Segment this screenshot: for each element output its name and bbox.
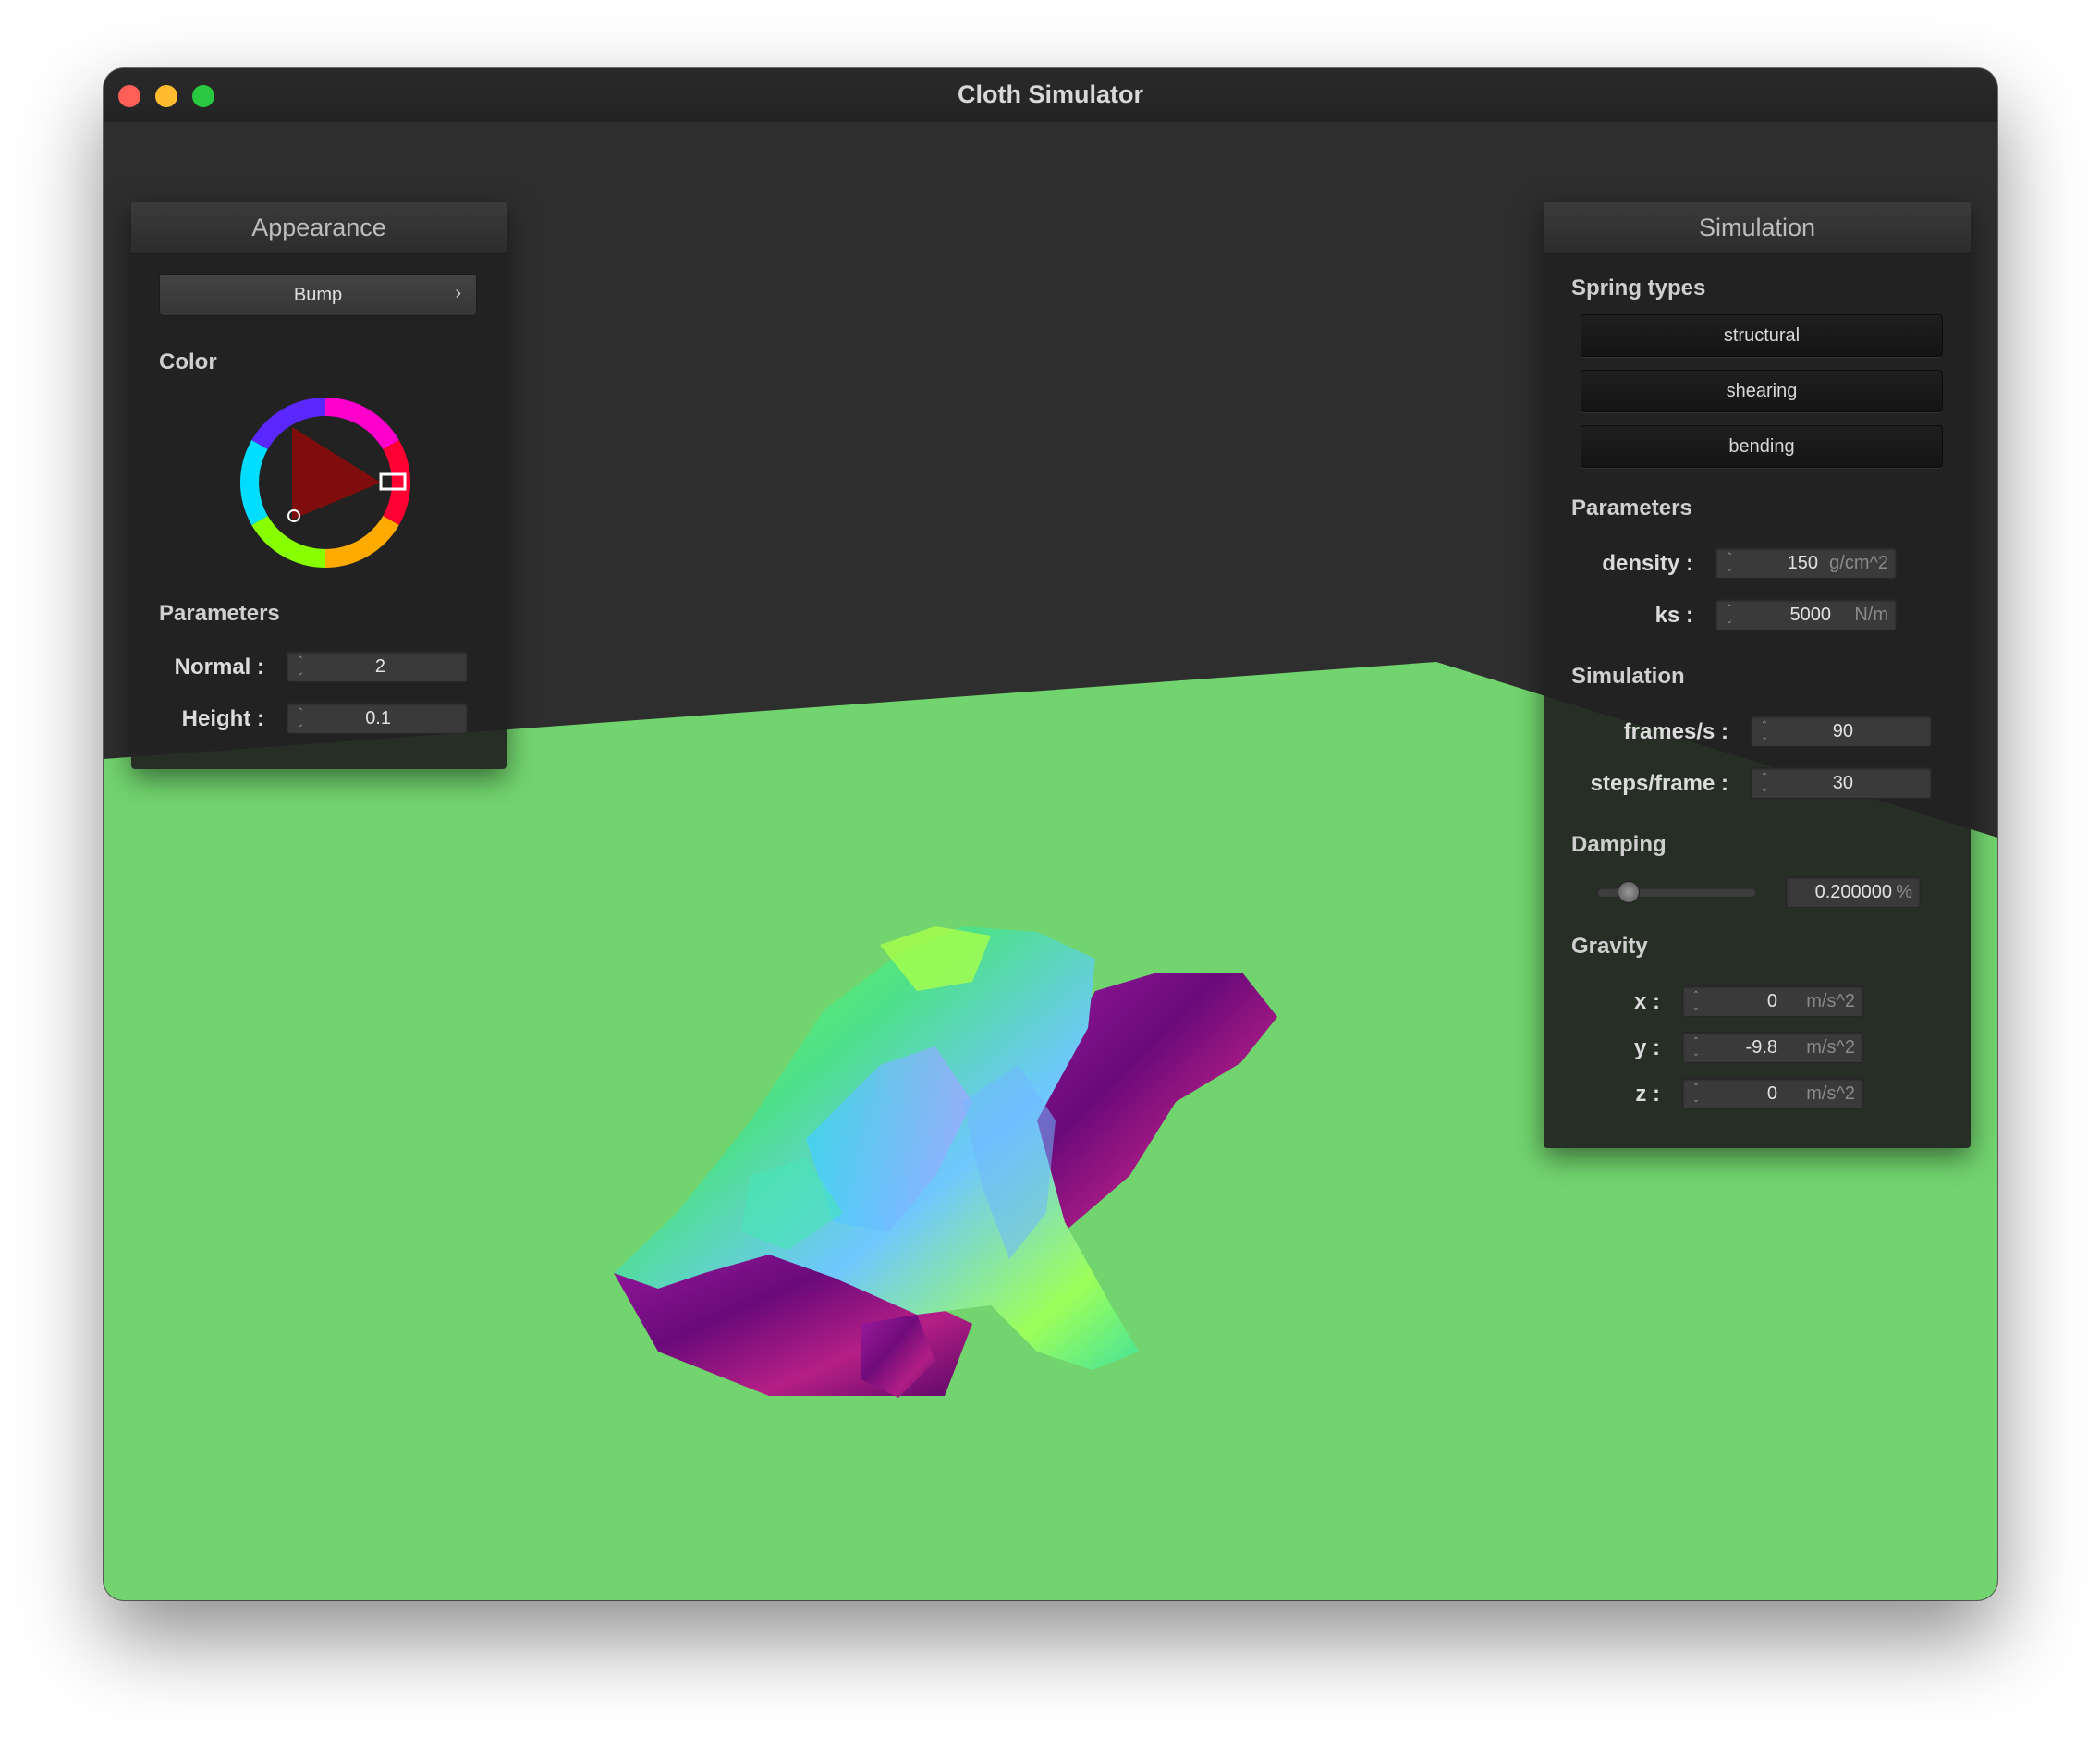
damping-value: 0.200000	[1814, 882, 1892, 902]
ks-label: ks :	[1654, 603, 1693, 628]
gravity-y-value: -9.8	[1745, 1037, 1777, 1058]
shader-select-button[interactable]: Bump ›	[159, 274, 477, 316]
stepper-arrows-icon[interactable]: ⌃ ⌄	[1759, 771, 1770, 795]
stepper-arrows-icon[interactable]: ⌃ ⌄	[295, 655, 306, 679]
window-title: Cloth Simulator	[958, 80, 1143, 108]
scene-viewport[interactable]: Appearance Bump › Color Parameters Norma…	[104, 122, 1997, 1600]
steps-value: 30	[1832, 773, 1853, 793]
simulation-header: Simulation	[1544, 202, 1971, 254]
stepper-arrows-icon[interactable]: ⌃ ⌄	[1759, 719, 1770, 743]
gravity-x-unit: m/s^2	[1806, 991, 1855, 1011]
stepper-arrows-icon[interactable]: ⌃ ⌄	[1691, 1035, 1702, 1059]
structural-spring-button[interactable]: structural	[1581, 314, 1943, 357]
chevron-right-icon: ›	[455, 283, 461, 303]
stepper-arrows-icon[interactable]: ⌃ ⌄	[1691, 1082, 1702, 1106]
appearance-header: Appearance	[131, 202, 507, 254]
normal-value: 2	[374, 656, 385, 677]
damping-unit: %	[1896, 882, 1912, 902]
steps-label: steps/frame :	[1590, 771, 1728, 796]
height-label: Height :	[181, 706, 264, 731]
simulation-panel: Simulation Spring types structural shear…	[1544, 202, 1971, 1148]
sim-parameters-label: Parameters	[1571, 496, 1692, 520]
title-bar: Cloth Simulator	[104, 68, 1997, 123]
appearance-parameters-label: Parameters	[159, 601, 280, 626]
density-label: density :	[1602, 551, 1693, 576]
shader-select-label: Bump	[293, 285, 343, 305]
height-value: 0.1	[365, 708, 391, 728]
density-input[interactable]: ⌃ ⌄ 150 g/cm^2	[1715, 547, 1897, 579]
stepper-arrows-icon[interactable]: ⌃ ⌄	[1691, 989, 1702, 1013]
ks-unit: N/m	[1854, 605, 1888, 625]
ks-value: 5000	[1789, 605, 1832, 625]
color-wheel[interactable]	[233, 390, 418, 575]
gravity-y-label: y :	[1633, 1035, 1660, 1060]
fps-label: frames/s :	[1623, 719, 1728, 744]
app-window: Cloth Simulator Appearance Bump › Color …	[104, 68, 1997, 1600]
stepper-arrows-icon[interactable]: ⌃ ⌄	[295, 706, 306, 730]
gravity-x-input[interactable]: ⌃ ⌄ 0 m/s^2	[1682, 985, 1863, 1017]
height-input[interactable]: ⌃ ⌄ 0.1	[287, 703, 468, 734]
damping-input[interactable]: 0.200000 %	[1786, 876, 1921, 908]
appearance-panel: Appearance Bump › Color Parameters Norma…	[131, 202, 507, 769]
gravity-label: Gravity	[1571, 934, 1648, 959]
gravity-z-unit: m/s^2	[1806, 1083, 1855, 1104]
fps-input[interactable]: ⌃ ⌄ 90	[1751, 716, 1932, 747]
gravity-x-value: 0	[1766, 991, 1777, 1011]
ks-input[interactable]: ⌃ ⌄ 5000 N/m	[1715, 599, 1897, 630]
damping-slider-knob[interactable]	[1618, 881, 1640, 903]
normal-label: Normal :	[174, 655, 264, 679]
gravity-z-input[interactable]: ⌃ ⌄ 0 m/s^2	[1682, 1078, 1863, 1109]
bending-spring-button[interactable]: bending	[1581, 425, 1943, 468]
gravity-y-unit: m/s^2	[1806, 1037, 1855, 1058]
density-value: 150	[1787, 553, 1818, 573]
gravity-z-value: 0	[1766, 1083, 1777, 1104]
gravity-y-input[interactable]: ⌃ ⌄ -9.8 m/s^2	[1682, 1032, 1863, 1063]
color-label: Color	[159, 349, 217, 374]
spring-types-label: Spring types	[1571, 275, 1706, 300]
damping-label: Damping	[1571, 832, 1667, 857]
steps-input[interactable]: ⌃ ⌄ 30	[1751, 767, 1932, 799]
fps-value: 90	[1832, 721, 1853, 741]
density-unit: g/cm^2	[1829, 553, 1888, 573]
simulation-section-label: Simulation	[1571, 664, 1685, 689]
shearing-spring-button[interactable]: shearing	[1581, 370, 1943, 412]
gravity-x-label: x :	[1633, 989, 1660, 1014]
stepper-arrows-icon[interactable]: ⌃ ⌄	[1724, 603, 1735, 627]
gravity-z-label: z :	[1635, 1082, 1660, 1107]
normal-input[interactable]: ⌃ ⌄ 2	[287, 651, 468, 682]
stepper-arrows-icon[interactable]: ⌃ ⌄	[1724, 551, 1735, 575]
